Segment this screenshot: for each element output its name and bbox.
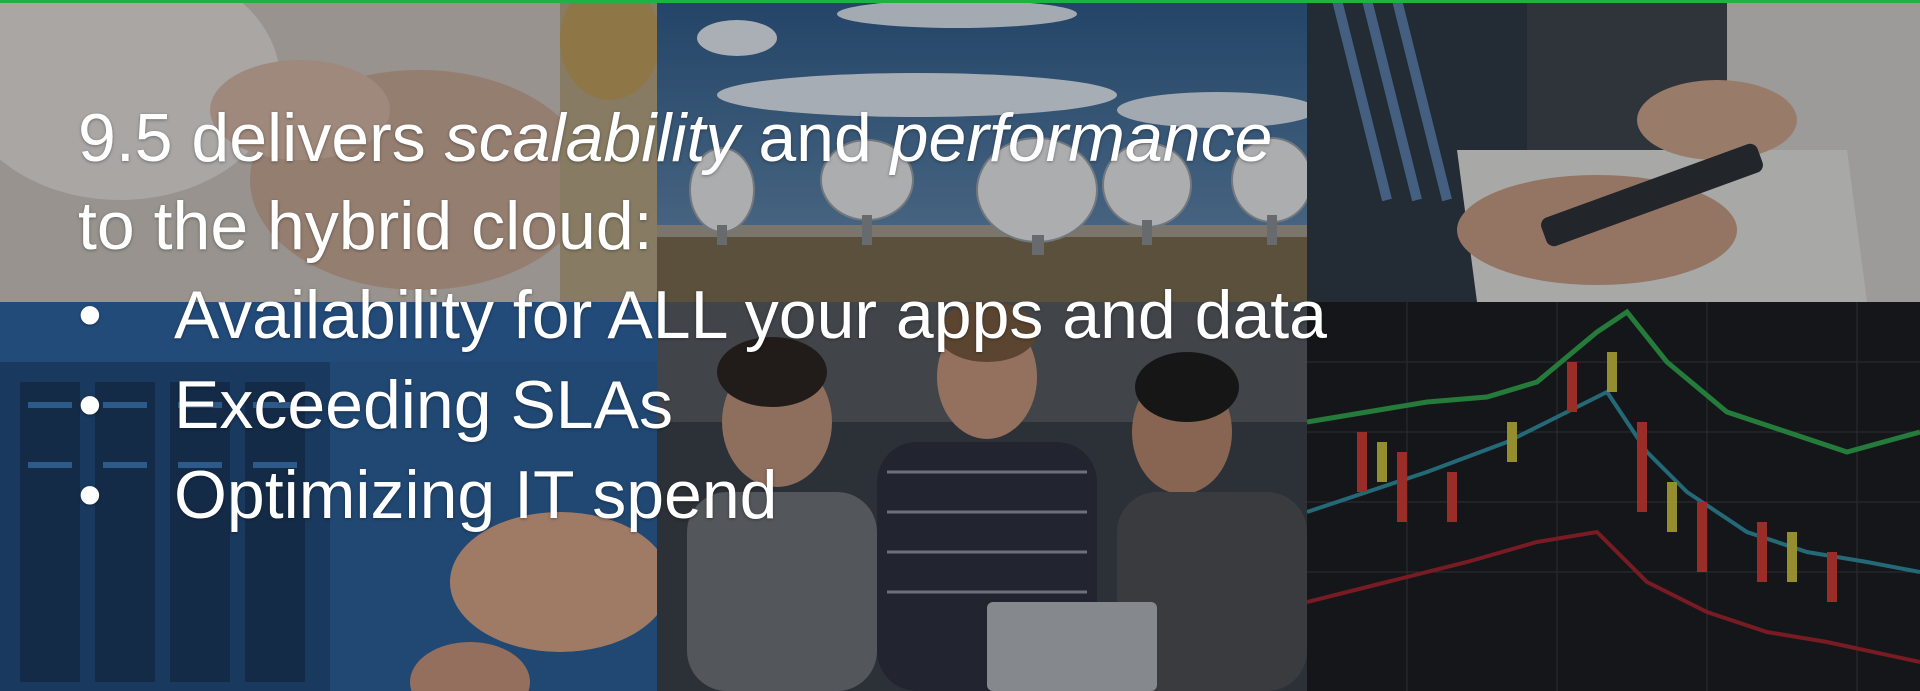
- slide-text: 9.5 delivers scalability and performance…: [78, 94, 1327, 540]
- bullet-glyph: •: [78, 367, 102, 443]
- slide: 9.5 delivers scalability and performance…: [0, 0, 1920, 691]
- bullet-text: Availability for ALL your apps and data: [174, 277, 1327, 353]
- accent-rule: [0, 0, 1920, 3]
- headline-line2: to the hybrid cloud:: [78, 188, 653, 264]
- bullet-item: • Exceeding SLAs: [78, 360, 1327, 450]
- bullet-list: • Availability for ALL your apps and dat…: [78, 270, 1327, 540]
- headline-part2: and: [739, 100, 891, 176]
- bullet-item: • Availability for ALL your apps and dat…: [78, 270, 1327, 360]
- headline: 9.5 delivers scalability and performance…: [78, 94, 1327, 270]
- bullet-item: • Optimizing IT spend: [78, 450, 1327, 540]
- headline-part1: 9.5 delivers: [78, 100, 445, 176]
- headline-scalability: scalability: [444, 100, 740, 176]
- bullet-text: Optimizing IT spend: [174, 457, 778, 533]
- headline-performance: performance: [890, 100, 1273, 176]
- bullet-glyph: •: [78, 457, 102, 533]
- bullet-glyph: •: [78, 277, 102, 353]
- bullet-text: Exceeding SLAs: [174, 367, 673, 443]
